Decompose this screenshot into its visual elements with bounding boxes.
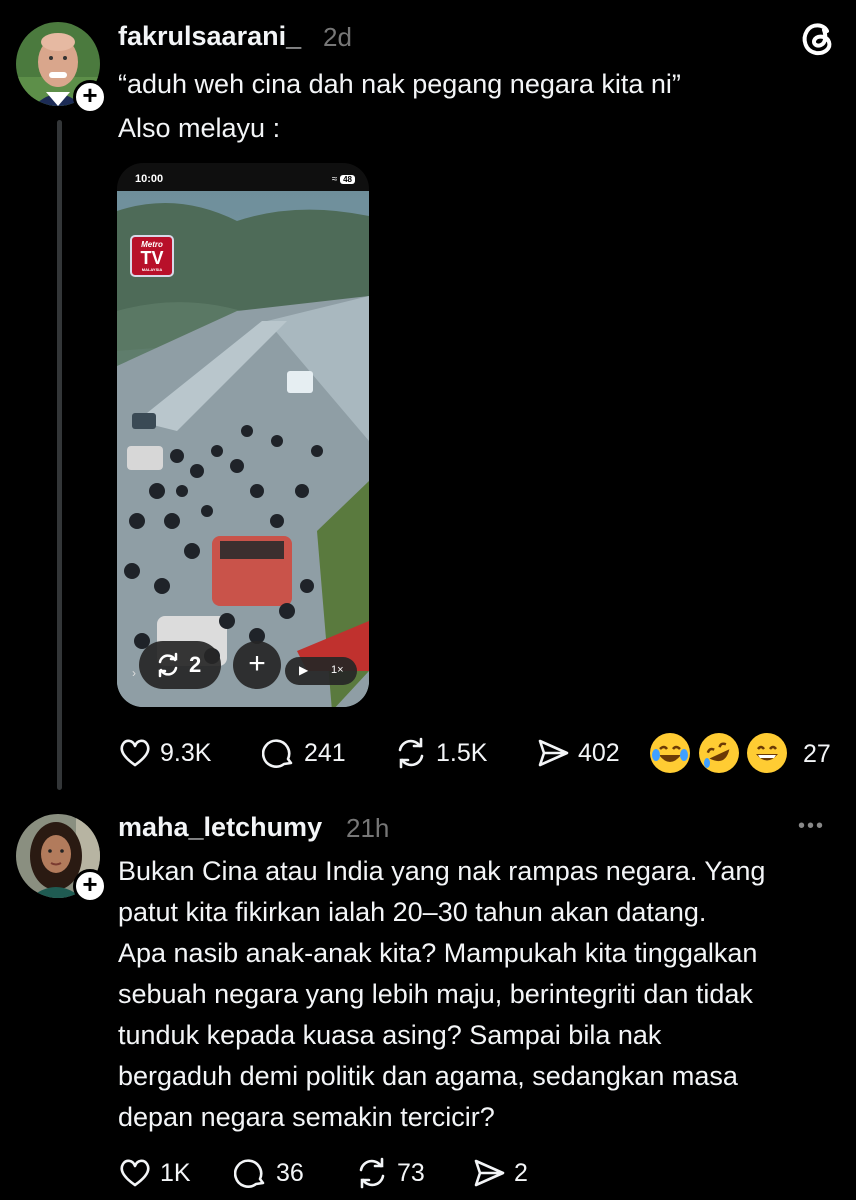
- post-username[interactable]: fakrulsaarani_: [118, 21, 301, 52]
- reply-text-line-4: sebuah negara yang lebih maju, berintegr…: [118, 979, 753, 1009]
- repost-icon: [398, 737, 424, 769]
- share-button[interactable]: 402: [536, 736, 620, 770]
- video-chevron-icon[interactable]: ›: [132, 666, 136, 680]
- reply-reply-count: 36: [276, 1158, 304, 1187]
- repost-icon: [158, 652, 178, 678]
- send-icon: [474, 1159, 505, 1187]
- reply-repost-count: 73: [397, 1158, 425, 1187]
- video-repost-button[interactable]: 2: [139, 641, 221, 689]
- video-speed[interactable]: 1×: [331, 664, 344, 676]
- grinning-emoji-icon[interactable]: [747, 733, 787, 773]
- comment-icon: [234, 1159, 265, 1188]
- reply-text-line-7: depan negara semakin tercicir?: [118, 1102, 495, 1132]
- rolling-laughing-emoji-icon[interactable]: [699, 733, 739, 773]
- video-status-icons: ≈ 48: [332, 174, 355, 185]
- video-play-control[interactable]: ▶ 1×: [285, 657, 357, 685]
- video-add-button[interactable]: +: [233, 641, 281, 689]
- reply-reply-button[interactable]: 36: [234, 1156, 304, 1190]
- heart-icon: [120, 1159, 150, 1187]
- reply-text-line-6: bergaduh demi politik dan agama, sedangk…: [118, 1061, 738, 1091]
- reactions-count: 27: [803, 740, 831, 768]
- metro-tv-logo-line2: TV: [140, 248, 164, 268]
- wifi-icon: ≈: [331, 174, 338, 185]
- comment-icon: [262, 739, 293, 768]
- reply-share-button[interactable]: 2: [472, 1156, 528, 1190]
- post-text-line-2: Also melayu :: [118, 113, 281, 143]
- threads-logo-icon[interactable]: [798, 18, 838, 58]
- reply-share-count: 2: [514, 1158, 528, 1187]
- like-button[interactable]: 9.3K: [118, 736, 211, 770]
- more-options-icon[interactable]: •••: [798, 815, 825, 838]
- video-attachment[interactable]: 10:00 ≈ 48 Metro TV MALAYSIA › 2 + ▶ 1×: [117, 163, 369, 707]
- metro-tv-logo: Metro TV MALAYSIA: [130, 235, 174, 277]
- reply-count: 241: [304, 738, 346, 767]
- follow-button-fakrulsaarani[interactable]: +: [73, 80, 107, 114]
- heart-icon: [120, 739, 150, 767]
- reply-username[interactable]: maha_letchumy: [118, 812, 322, 843]
- laughing-tears-emoji-icon[interactable]: [650, 733, 690, 773]
- battery-icon: 48: [340, 175, 355, 184]
- share-count: 402: [578, 738, 620, 767]
- post-time: 2d: [323, 22, 352, 52]
- reply-text-line-3: Apa nasib anak-anak kita? Mampukah kita …: [118, 938, 758, 968]
- reply-button[interactable]: 241: [262, 736, 346, 770]
- metro-tv-logo-line3: MALAYSIA: [141, 267, 163, 272]
- like-count: 9.3K: [160, 738, 212, 767]
- send-icon: [538, 739, 569, 767]
- repost-icon: [359, 1157, 385, 1189]
- reply-repost-button[interactable]: 73: [355, 1156, 425, 1190]
- follow-button-maha-letchumy[interactable]: +: [73, 869, 107, 903]
- thread-line: [57, 120, 62, 790]
- play-icon[interactable]: ▶: [299, 663, 308, 677]
- video-repost-count: 2: [189, 652, 202, 677]
- reply-text-line-2: patut kita fikirkan ialah 20–30 tahun ak…: [118, 897, 707, 927]
- reply-like-button[interactable]: 1K: [118, 1156, 191, 1190]
- repost-button[interactable]: 1.5K: [394, 736, 487, 770]
- repost-count: 1.5K: [436, 738, 488, 767]
- reply-text-line-1: Bukan Cina atau India yang nak rampas ne…: [118, 856, 766, 886]
- reply-time: 21h: [346, 813, 390, 843]
- reply-like-count: 1K: [160, 1158, 191, 1187]
- post-text-line-1: “aduh weh cina dah nak pegang negara kit…: [118, 69, 681, 99]
- reply-text-line-5: tunduk kepada kuasa asing? Sampai bila n…: [118, 1020, 662, 1050]
- video-status-time: 10:00: [135, 173, 164, 185]
